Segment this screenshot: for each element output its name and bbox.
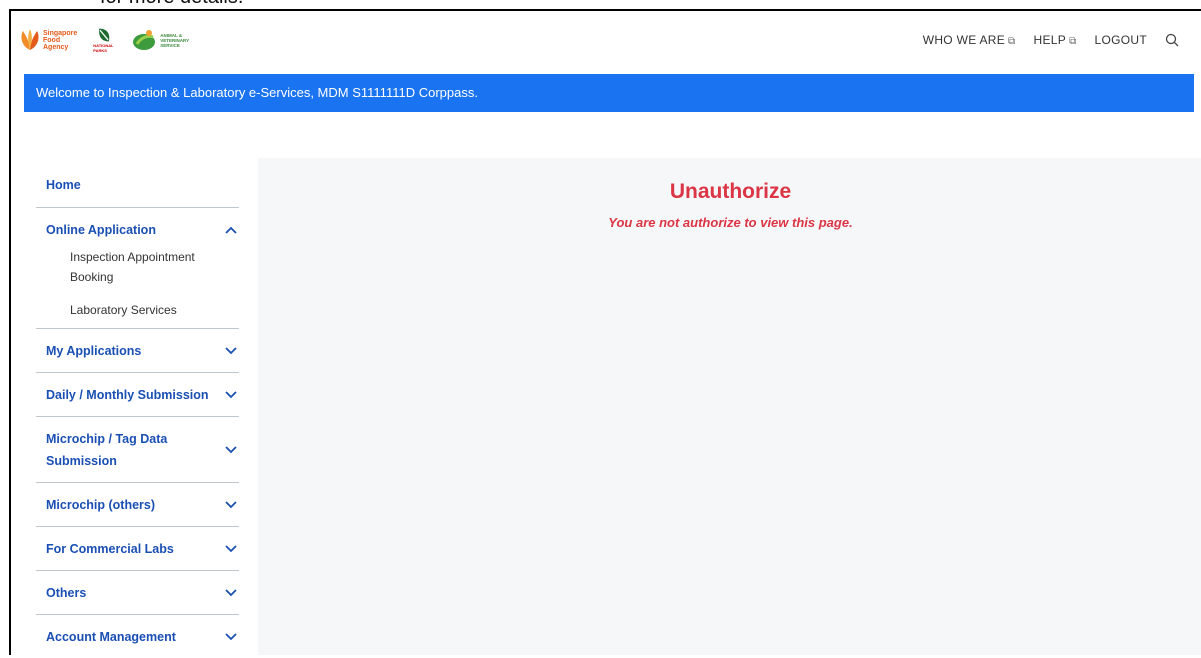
main-content: Unauthorize You are not authorize to vie… — [258, 158, 1201, 655]
error-message: You are not authorize to view this page. — [608, 215, 853, 230]
avs-paw-leaf-icon — [133, 30, 156, 50]
site-header: Singapore Food Agency NATIONAL PARKS ANI… — [11, 11, 1201, 73]
avs-logo[interactable]: ANIMAL & VETERINARY SERVICE — [131, 29, 189, 51]
sidebar-item-label: Account Management — [46, 629, 176, 644]
sidebar-item-label: Home — [46, 178, 81, 192]
chevron-down-icon — [225, 588, 237, 596]
sidebar-item-microchip-others[interactable]: Microchip (others) — [36, 483, 239, 527]
nparks-text: NATIONAL PARKS — [93, 43, 114, 53]
chevron-up-icon — [225, 226, 237, 234]
chevron-down-icon — [225, 390, 237, 398]
nav-logout[interactable]: LOGOUT — [1095, 33, 1147, 47]
sidebar-item-my-applications[interactable]: My Applications — [36, 329, 239, 373]
sidebar-nav: Home Online Application Inspection Appoi… — [36, 170, 239, 658]
nav-label: HELP — [1033, 33, 1067, 47]
search-icon[interactable] — [1165, 33, 1179, 47]
sidebar-item-microchip-tag[interactable]: Microchip / Tag Data Submission — [36, 417, 239, 483]
external-link-icon: ⧉ — [1069, 36, 1077, 47]
sfa-logo[interactable]: Singapore Food Agency — [19, 28, 77, 52]
sfa-text-line: Singapore — [43, 29, 78, 37]
sidebar-item-label: Online Application — [46, 222, 156, 237]
sfa-logo-text: Singapore Food Agency — [43, 30, 77, 51]
nav-label: WHO WE ARE — [922, 33, 1006, 47]
sidebar-item-label: My Applications — [46, 343, 142, 358]
chevron-down-icon — [225, 544, 237, 552]
external-link-icon: ⧉ — [1008, 36, 1016, 47]
sidebar-item-label: Daily / Monthly Submission — [46, 387, 209, 402]
sidebar-item-label: Microchip / Tag Data Submission — [46, 431, 168, 468]
avs-logo-text: ANIMAL & VETERINARY SERVICE — [160, 33, 189, 48]
subitem-label: Laboratory Services — [70, 303, 177, 317]
sidebar-item-online-application[interactable]: Online Application — [36, 208, 239, 251]
chevron-down-icon — [225, 500, 237, 508]
welcome-banner: Welcome to Inspection & Laboratory e-Ser… — [24, 74, 1194, 112]
sidebar-section-online-application: Online Application Inspection Appointmen… — [36, 208, 239, 329]
top-nav: WHO WE ARE ⧉ HELP ⧉ LOGOUT — [923, 33, 1179, 47]
error-title: Unauthorize — [669, 180, 792, 203]
avs-text-line: SERVICE — [160, 42, 180, 48]
avs-text-line: VETERINARY — [160, 37, 190, 43]
sidebar-item-daily-monthly[interactable]: Daily / Monthly Submission — [36, 373, 239, 417]
sidebar-item-label: Microchip (others) — [46, 497, 156, 512]
chevron-down-icon — [225, 632, 237, 640]
nav-help[interactable]: HELP ⧉ — [1034, 33, 1077, 47]
nparks-leaf-icon — [99, 28, 110, 42]
chevron-down-icon — [225, 445, 237, 453]
sidebar-item-label: For Commercial Labs — [46, 541, 174, 556]
sfa-leaf-icon — [21, 29, 39, 50]
sfa-text-line: Food — [43, 36, 61, 44]
sidebar-subitem-inspection[interactable]: Inspection Appointment Booking — [36, 247, 239, 287]
nav-who-we-are[interactable]: WHO WE ARE ⧉ — [923, 33, 1016, 47]
sfa-text-line: Agency — [43, 43, 69, 51]
sidebar-item-home[interactable]: Home — [36, 170, 239, 208]
sidebar-subitem-laboratory[interactable]: Laboratory Services — [36, 300, 239, 328]
subitem-label: Inspection Appointment Booking — [70, 250, 195, 284]
sidebar-item-account-management[interactable]: Account Management — [36, 615, 239, 658]
chevron-down-icon — [225, 346, 237, 354]
sidebar-item-others[interactable]: Others — [36, 571, 239, 615]
sidebar-item-commercial-labs[interactable]: For Commercial Labs — [36, 527, 239, 571]
logo-group: Singapore Food Agency NATIONAL PARKS ANI… — [19, 24, 189, 56]
nparks-logo[interactable]: NATIONAL PARKS — [93, 27, 115, 53]
sidebar-item-label: Others — [46, 585, 87, 600]
